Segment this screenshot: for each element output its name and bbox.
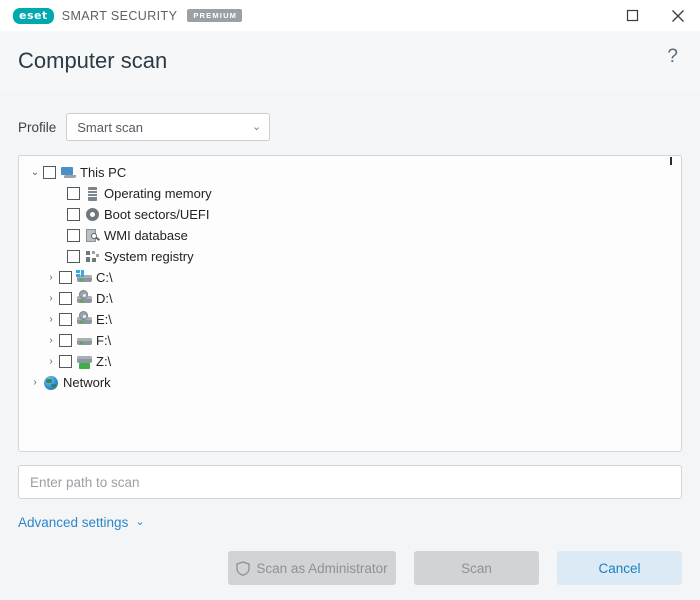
network-globe-icon: [43, 375, 60, 391]
tree-row[interactable]: ›System registry: [19, 246, 681, 267]
tree-item-label: Boot sectors/UEFI: [104, 206, 210, 222]
tree-item-label: D:\: [96, 290, 113, 306]
expand-chevron-icon[interactable]: ›: [43, 335, 59, 346]
disc-icon: [84, 207, 101, 223]
help-icon[interactable]: ?: [667, 47, 678, 66]
tree-row[interactable]: ⌄ This PC: [19, 162, 681, 183]
profile-label: Profile: [18, 119, 57, 135]
page-header: Computer scan ?: [0, 31, 700, 91]
tree-item-label: E:\: [96, 311, 112, 327]
profile-dropdown[interactable]: Smart scan ⌄: [66, 113, 271, 141]
window-controls: [610, 0, 700, 31]
path-input[interactable]: Enter path to scan: [18, 465, 682, 499]
tree-item-checkbox[interactable]: [67, 229, 80, 242]
drive-system-icon: [76, 269, 93, 286]
chevron-down-icon: ⌄: [252, 120, 262, 133]
tree-item-label: This PC: [80, 164, 127, 180]
tree-row[interactable]: ›Operating memory: [19, 183, 681, 204]
tree-item-checkbox[interactable]: [59, 355, 72, 368]
tree-row[interactable]: ›Boot sectors/UEFI: [19, 204, 681, 225]
close-icon: [671, 9, 685, 23]
tree-row[interactable]: › D:\: [19, 288, 681, 309]
tree-item-label: Operating memory: [104, 185, 212, 201]
drive-optical-icon: [76, 289, 93, 307]
expand-chevron-icon[interactable]: ›: [43, 356, 59, 367]
page-title: Computer scan: [18, 48, 168, 73]
tree-row[interactable]: › E:\: [19, 309, 681, 330]
edition-badge: PREMIUM: [187, 9, 243, 22]
dialog-content: Profile Smart scan ⌄ ⌄This PC›Operating …: [0, 91, 700, 600]
tree-item-checkbox[interactable]: [67, 187, 80, 200]
tree-item-checkbox[interactable]: [59, 271, 72, 284]
expand-chevron-icon[interactable]: ›: [27, 377, 43, 388]
maximize-button[interactable]: [610, 0, 655, 31]
tree-item-checkbox[interactable]: [67, 208, 80, 221]
advanced-settings-label: Advanced settings: [18, 515, 129, 530]
tree-item-label: Network: [63, 374, 111, 390]
expand-chevron-icon[interactable]: ›: [43, 293, 59, 304]
tree-item-label: System registry: [104, 248, 194, 264]
path-input-placeholder: Enter path to scan: [30, 474, 140, 490]
scan-as-administrator-label: Scan as Administrator: [256, 560, 388, 576]
tree-row[interactable]: › Network: [19, 372, 681, 393]
drive-icon: [76, 333, 93, 349]
expand-chevron-icon[interactable]: ›: [43, 272, 59, 283]
tree-item-checkbox[interactable]: [59, 334, 72, 347]
product-name: SMART SECURITY: [61, 8, 178, 23]
tree-item-label: Z:\: [96, 353, 112, 369]
title-bar: eset SMART SECURITY PREMIUM: [0, 0, 700, 31]
dialog-footer: Scan as Administrator Scan Cancel: [18, 551, 682, 585]
expand-chevron-icon[interactable]: ›: [43, 314, 59, 325]
tree-item-label: WMI database: [104, 227, 188, 243]
scan-target-tree[interactable]: ⌄This PC›Operating memory›Boot sectors/U…: [18, 155, 682, 452]
memory-icon: [84, 186, 101, 202]
tree-item-label: C:\: [96, 269, 113, 285]
tree-row[interactable]: ›WMI database: [19, 225, 681, 246]
registry-icon: [84, 249, 101, 265]
scan-button[interactable]: Scan: [414, 551, 539, 585]
tree-row[interactable]: › Z:\: [19, 351, 681, 372]
computer-icon: [60, 165, 77, 181]
tree-item-checkbox[interactable]: [43, 166, 56, 179]
tree-row[interactable]: › F:\: [19, 330, 681, 351]
profile-row: Profile Smart scan ⌄: [18, 91, 682, 155]
close-button[interactable]: [655, 0, 700, 31]
advanced-settings-link[interactable]: Advanced settings ⌄: [18, 515, 145, 530]
tree-item-checkbox[interactable]: [59, 313, 72, 326]
scan-as-administrator-button[interactable]: Scan as Administrator: [228, 551, 396, 585]
tree-row[interactable]: › C:\: [19, 267, 681, 288]
profile-selected-value: Smart scan: [77, 119, 144, 135]
cancel-button[interactable]: Cancel: [557, 551, 682, 585]
wmi-icon: [84, 228, 101, 244]
maximize-icon: [626, 9, 639, 22]
drive-network-icon: [76, 354, 93, 370]
drive-optical-icon: [76, 310, 93, 328]
collapse-chevron-icon[interactable]: ⌄: [27, 167, 43, 178]
tree-rows: ⌄This PC›Operating memory›Boot sectors/U…: [19, 162, 681, 393]
chevron-down-icon: ⌄: [135, 516, 145, 528]
tree-item-label: F:\: [96, 332, 112, 348]
brand-logo: eset SMART SECURITY PREMIUM: [13, 7, 243, 24]
shield-icon: [236, 560, 250, 576]
eset-logo-icon: eset: [13, 7, 54, 24]
tree-item-checkbox[interactable]: [67, 250, 80, 263]
scrollbar-marker[interactable]: [670, 157, 672, 165]
tree-item-checkbox[interactable]: [59, 292, 72, 305]
